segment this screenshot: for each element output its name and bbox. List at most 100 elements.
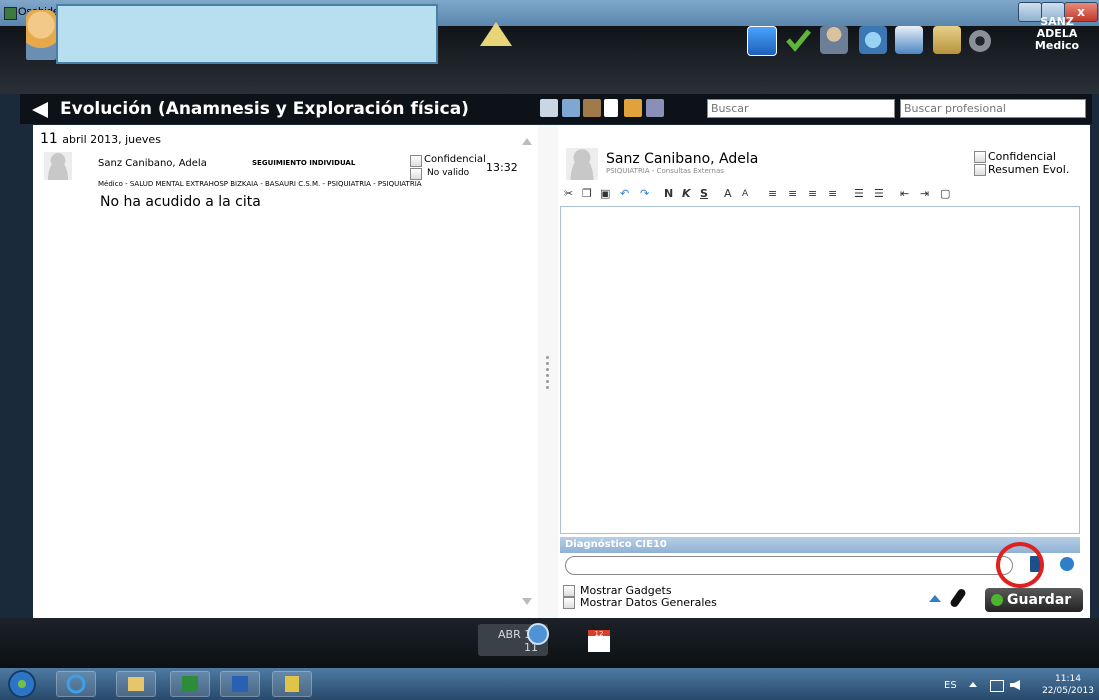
entry-department: Médico - SALUD MENTAL EXTRAHOSP BIZKAIA …	[98, 180, 422, 188]
editor-department: PSIQUIATRIA - Consultas Externas	[606, 167, 724, 175]
not-valid-label: No valido	[427, 168, 470, 178]
bullet-list-icon[interactable]: ☰	[854, 186, 864, 202]
splitter-grip	[546, 374, 549, 377]
evolution-text-editor[interactable]	[560, 206, 1080, 534]
diagnosis-input[interactable]	[565, 556, 1013, 575]
author-avatar-icon	[44, 152, 72, 180]
align-center-icon[interactable]: ≡	[788, 186, 797, 202]
undo-icon[interactable]: ↶	[620, 186, 629, 202]
professional-search-input[interactable]	[900, 99, 1086, 118]
rich-text-toolbar: ✂ ❐ ▣ ↶ ↷ N K S A A ≡ ≡ ≡ ≡ ☰ ☰ ⇤ ⇥ ▢	[562, 186, 1082, 204]
show-gadgets-checkbox[interactable]	[563, 585, 575, 597]
language-indicator[interactable]: ES	[944, 680, 957, 691]
s-icon[interactable]	[747, 26, 777, 56]
numbered-list-icon[interactable]: ☰	[874, 186, 884, 202]
save-button[interactable]: Guardar	[985, 588, 1083, 612]
confidential-checkbox[interactable]	[410, 155, 422, 167]
doctor-icon[interactable]	[820, 26, 848, 54]
card-icon[interactable]	[895, 26, 923, 54]
calendar-day: 12	[594, 630, 604, 638]
font-increase-button[interactable]: A	[724, 186, 732, 202]
show-general-label: Mostrar Datos Generales	[580, 596, 717, 609]
globe-icon[interactable]	[859, 26, 887, 54]
patient-info-box[interactable]	[56, 4, 438, 64]
summary-label: Resumen Evol.	[988, 163, 1070, 176]
help-icon[interactable]	[1060, 557, 1074, 571]
summary-checkbox[interactable]	[974, 164, 986, 176]
excel-icon[interactable]	[170, 671, 210, 697]
splitter-grip	[546, 380, 549, 383]
people-icon[interactable]	[624, 99, 642, 117]
tray-clock[interactable]: 11:14 22/05/2013	[1040, 673, 1096, 697]
save-icon	[991, 594, 1003, 606]
tray-date: 22/05/2013	[1042, 686, 1094, 696]
user-name[interactable]: SANZ ADELA Medico	[1020, 16, 1094, 52]
explorer-icon[interactable]	[116, 671, 156, 697]
gear-icon[interactable]	[969, 30, 991, 52]
word-icon[interactable]	[220, 671, 260, 697]
highlight-circle	[996, 542, 1044, 588]
folder-icon[interactable]	[933, 26, 961, 54]
user-role: Medico	[1034, 39, 1080, 52]
tray-expand-icon[interactable]	[969, 682, 977, 687]
date-rest: abril 2013, jueves	[62, 133, 161, 146]
cut-icon[interactable]: ✂	[564, 186, 573, 202]
show-general-checkbox[interactable]	[563, 597, 575, 609]
network-icon[interactable]	[990, 680, 1004, 692]
splitter-grip	[546, 362, 549, 365]
scroll-up-icon[interactable]	[522, 138, 532, 145]
panel-splitter[interactable]	[538, 125, 558, 618]
upload-icon[interactable]	[527, 623, 549, 645]
save-label: Guardar	[1007, 592, 1072, 608]
windows-taskbar	[0, 668, 1099, 700]
report-icon[interactable]	[540, 99, 558, 117]
book-icon-toolbar[interactable]	[583, 99, 601, 117]
splitter-grip	[546, 368, 549, 371]
editor-confidential-checkbox[interactable]	[974, 151, 986, 163]
splitter-grip	[546, 356, 549, 359]
user-avatar-icon[interactable]	[26, 10, 56, 60]
back-arrow-icon[interactable]	[32, 102, 48, 118]
italic-button[interactable]: K	[682, 186, 691, 202]
indent-icon[interactable]: ⇥	[920, 186, 929, 202]
not-valid-checkbox[interactable]	[410, 168, 422, 180]
search-input[interactable]	[707, 99, 895, 118]
box-icon[interactable]: ▢	[940, 186, 950, 202]
app-icon-taskbar[interactable]	[272, 671, 312, 697]
paste-icon[interactable]: ▣	[600, 186, 610, 202]
date-day: 11	[40, 131, 58, 147]
editor-confidential-label: Confidencial	[988, 150, 1056, 163]
align-left-icon[interactable]: ≡	[768, 186, 777, 202]
entry-author: Sanz Canibano, Adela	[98, 158, 207, 169]
expand-up-icon[interactable]	[929, 595, 941, 602]
bold-button[interactable]: N	[664, 186, 673, 202]
archive-icon[interactable]	[646, 99, 664, 117]
outdent-icon[interactable]: ⇤	[900, 186, 909, 202]
app-icon	[4, 7, 17, 20]
entry-type: SEGUIMIENTO INDIVIDUAL	[252, 159, 356, 167]
confidential-label: Confidencial	[424, 154, 486, 165]
entry-text[interactable]: No ha acudido a la cita	[100, 194, 261, 210]
redo-icon[interactable]: ↷	[640, 186, 649, 202]
font-decrease-button[interactable]: A	[742, 186, 748, 202]
start-button-icon[interactable]	[8, 670, 36, 698]
bottom-bar	[0, 618, 1099, 668]
calendar-icon[interactable]: 12	[588, 630, 610, 652]
author-avatar-icon	[566, 148, 598, 180]
diagnosis-label: Diagnóstico CIE10	[565, 539, 667, 550]
editor-author: Sanz Canibano, Adela	[606, 151, 759, 167]
scroll-down-icon[interactable]	[522, 598, 532, 605]
cie-icon[interactable]	[562, 99, 580, 117]
align-right-icon[interactable]: ≡	[808, 186, 817, 202]
justify-icon[interactable]: ≡	[828, 186, 837, 202]
tray-time: 11:14	[1055, 674, 1081, 684]
document-icon[interactable]	[604, 99, 618, 117]
underline-button[interactable]: S	[700, 186, 708, 202]
check-icon[interactable]	[784, 26, 812, 54]
date-heading: 11 abril 2013, jueves	[40, 131, 161, 147]
module-title: Evolución (Anamnesis y Exploración físic…	[60, 99, 469, 119]
copy-icon[interactable]: ❐	[582, 186, 592, 202]
ie-icon[interactable]	[56, 671, 96, 697]
alert-triangle-icon[interactable]	[480, 22, 512, 46]
splitter-grip	[546, 386, 549, 389]
